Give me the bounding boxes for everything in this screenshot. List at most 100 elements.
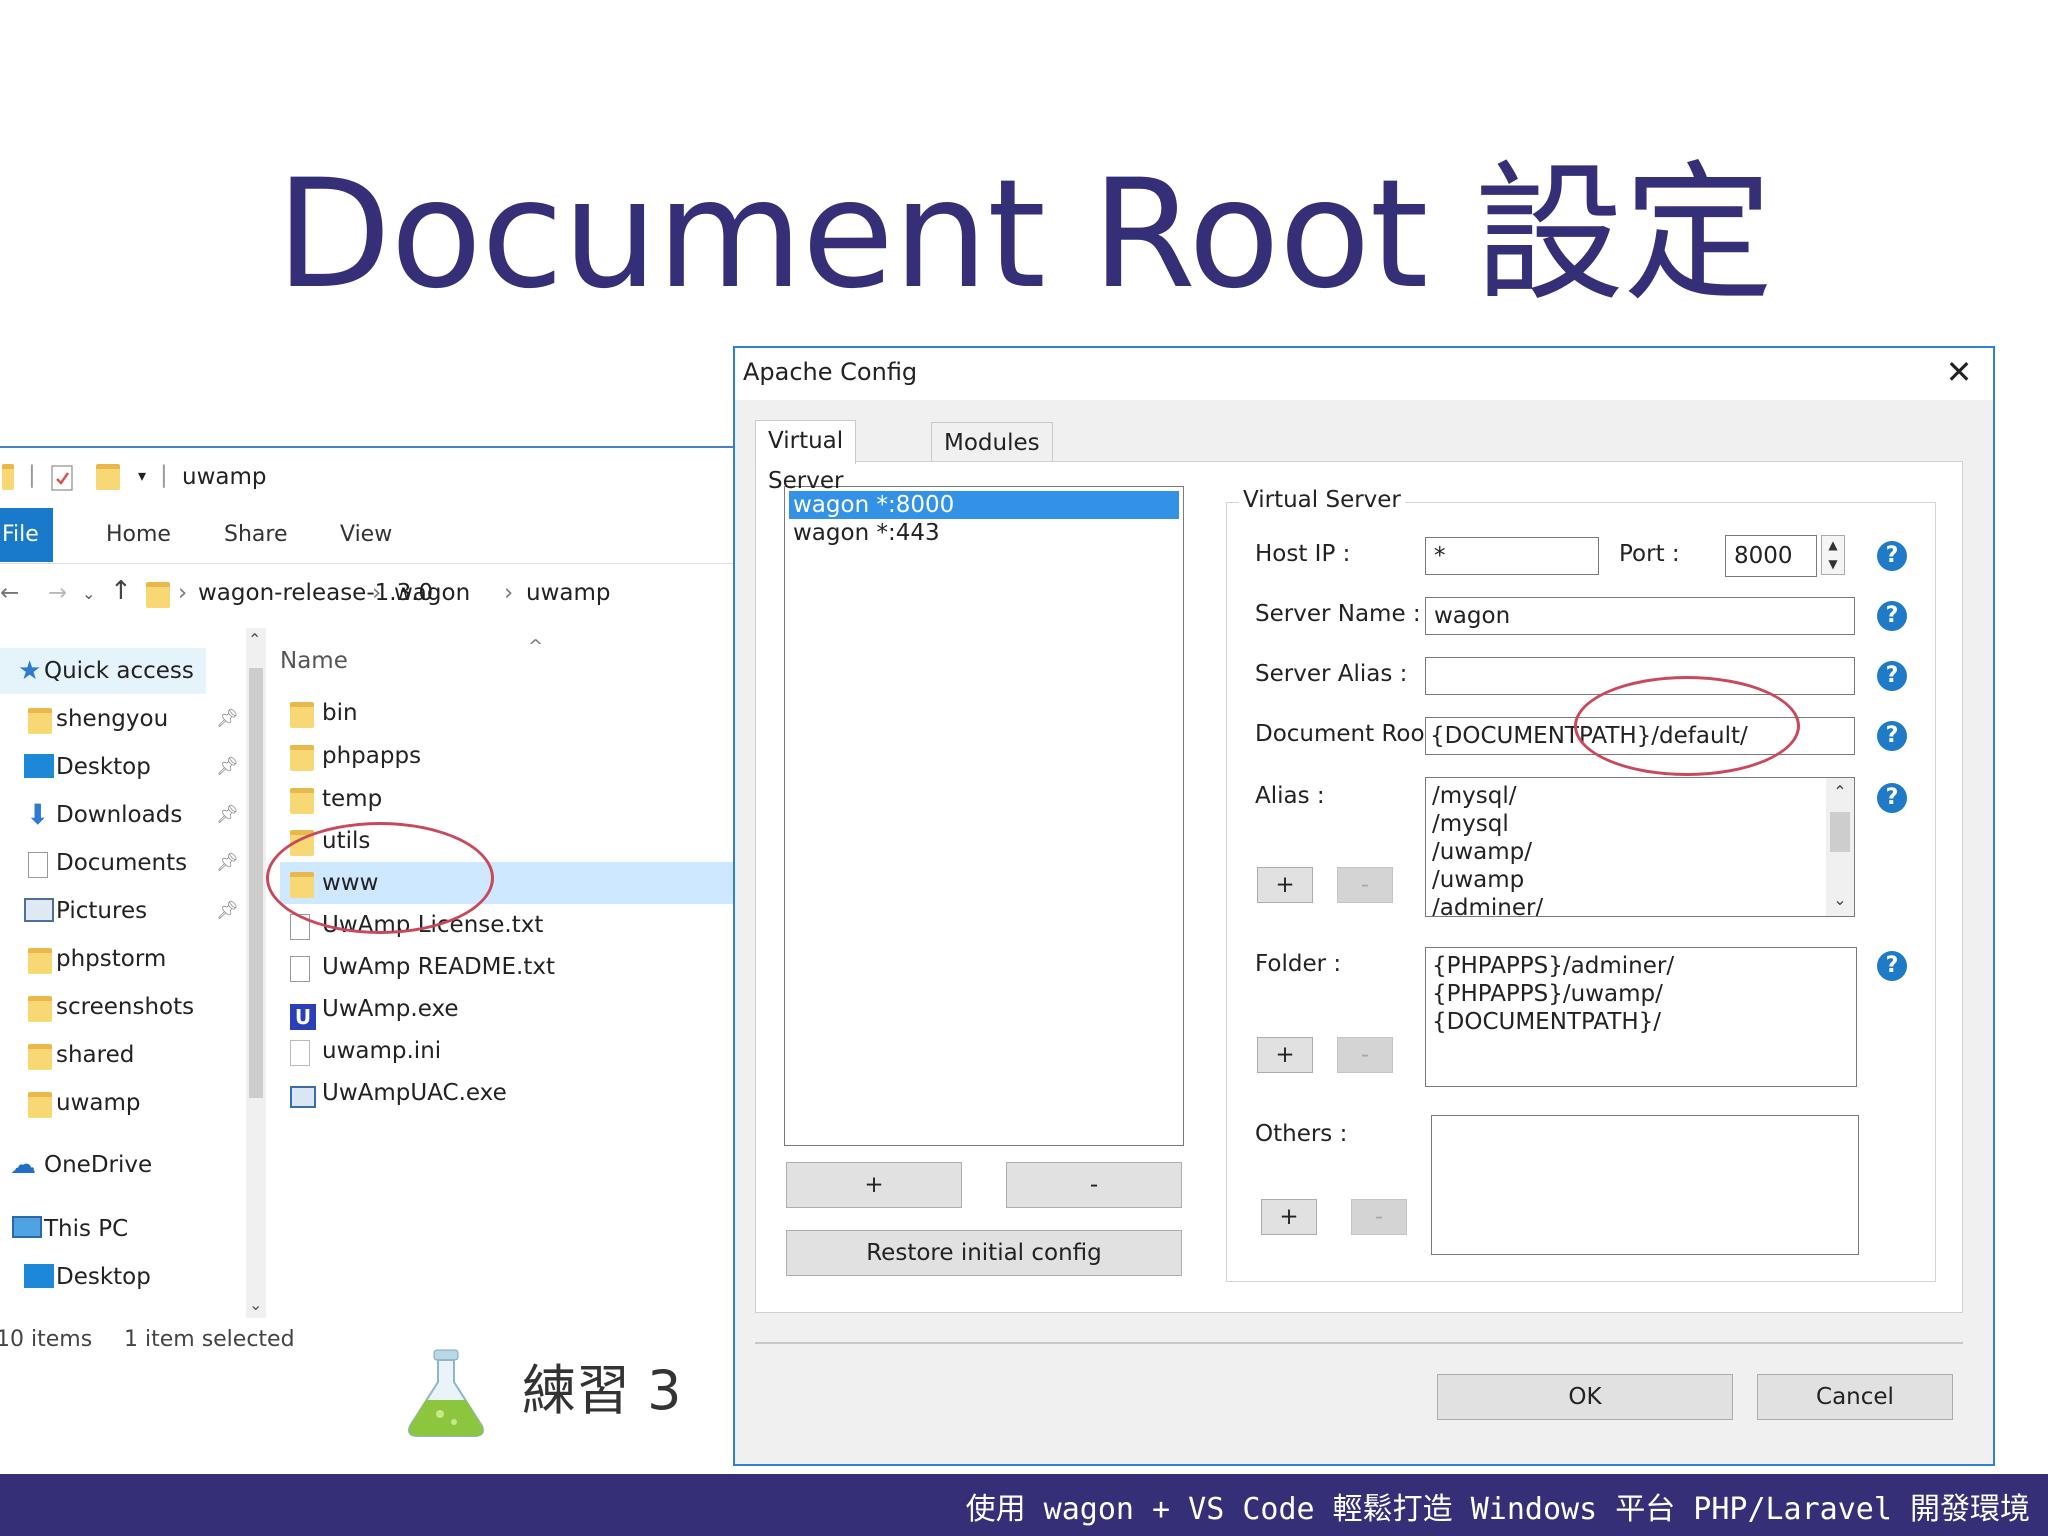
nav-item-this-pc[interactable]: This PC <box>0 1206 206 1252</box>
list-item[interactable]: phpapps <box>280 735 740 777</box>
nav-item-pictures[interactable]: Pictures 📌︎ <box>0 888 239 934</box>
nav-item-desktop-pc[interactable]: Desktop <box>0 1254 206 1300</box>
close-icon[interactable]: ✕ <box>1939 352 1979 392</box>
nav-item-documents[interactable]: Documents 📌︎ <box>0 840 239 886</box>
highlight-circle <box>1574 676 1800 776</box>
folder-icon <box>2 464 14 496</box>
forward-icon[interactable]: → <box>48 580 67 606</box>
tab-modules[interactable]: Modules <box>931 422 1053 462</box>
exercise-label: 練習 3 <box>522 1359 682 1422</box>
back-icon[interactable]: ← <box>0 580 19 606</box>
list-item[interactable]: {PHPAPPS}/adminer/ <box>1432 952 1850 980</box>
list-item[interactable]: /uwamp/ <box>1432 838 1848 866</box>
download-icon: ⬇ <box>26 798 50 831</box>
help-icon[interactable]: ? <box>1877 661 1907 691</box>
add-others-button[interactable]: + <box>1261 1199 1317 1235</box>
scroll-up-icon[interactable]: ⌃ <box>248 630 261 649</box>
list-item[interactable]: UwAmp README.txt <box>280 946 740 988</box>
pin-icon: 📌︎ <box>216 756 239 777</box>
slide-title: Document Root 設定 <box>275 148 1773 322</box>
remove-others-button[interactable]: - <box>1351 1199 1407 1235</box>
list-item[interactable]: /mysql/ <box>1432 782 1848 810</box>
nav-scrollbar[interactable]: ⌃ ⌄ <box>246 628 266 1318</box>
nav-item-downloads[interactable]: ⬇ Downloads 📌︎ <box>0 792 239 838</box>
folder-icon <box>146 582 170 614</box>
new-folder-icon[interactable] <box>96 464 120 496</box>
chevron-right-icon: › <box>504 580 514 606</box>
nav-item-screenshots[interactable]: screenshots <box>0 984 206 1030</box>
nav-item-shared[interactable]: shared <box>0 1032 206 1078</box>
list-item[interactable]: /uwamp <box>1432 866 1848 894</box>
stepper-up-icon[interactable]: ▲ <box>1822 536 1844 555</box>
scrollbar-thumb[interactable] <box>249 668 263 1098</box>
navigation-pane: ★ Quick access shengyou 📌︎ Desktop 📌︎ ⬇ … <box>0 628 246 1328</box>
folder-list[interactable]: {PHPAPPS}/adminer/ {PHPAPPS}/uwamp/ {DOC… <box>1425 947 1857 1087</box>
nav-item-shengyou[interactable]: shengyou 📌︎ <box>0 696 239 742</box>
remove-alias-button[interactable]: - <box>1337 867 1393 903</box>
help-icon[interactable]: ? <box>1877 601 1907 631</box>
help-icon[interactable]: ? <box>1877 951 1907 981</box>
help-icon[interactable]: ? <box>1877 541 1907 571</box>
scrollbar-thumb[interactable] <box>1830 812 1850 852</box>
uac-exe-icon <box>290 1080 316 1122</box>
status-bar: 10 items 1 item selected <box>0 1320 740 1360</box>
breadcrumb-wagon[interactable]: wagon <box>394 580 470 606</box>
alias-scrollbar[interactable]: ⌃ ⌄ <box>1826 778 1854 916</box>
pin-icon: 📌︎ <box>216 804 239 825</box>
port-stepper[interactable]: ▲ ▼ <box>1821 535 1845 575</box>
tab-virtual-server[interactable]: Virtual Server <box>755 420 857 494</box>
list-item[interactable]: uwamp.ini <box>280 1030 740 1072</box>
breadcrumb-uwamp[interactable]: uwamp <box>526 580 611 606</box>
tab-share[interactable]: Share <box>224 508 288 562</box>
restore-config-button[interactable]: Restore initial config <box>786 1230 1182 1276</box>
alias-list[interactable]: /mysql/ /mysql /uwamp/ /uwamp /adminer/ … <box>1425 777 1855 917</box>
nav-item-quick-access[interactable]: ★ Quick access <box>0 648 206 694</box>
add-alias-button[interactable]: + <box>1257 867 1313 903</box>
remove-server-button[interactable]: - <box>1006 1162 1182 1208</box>
recent-locations-icon[interactable]: ⌄ <box>82 584 95 603</box>
nav-item-phpstorm[interactable]: phpstorm <box>0 936 206 982</box>
nav-item-onedrive[interactable]: ☁ OneDrive <box>0 1142 206 1188</box>
ok-button[interactable]: OK <box>1437 1374 1733 1420</box>
list-item-selected[interactable]: wagon *:8000 <box>789 491 1179 519</box>
list-item[interactable]: UwAmpUAC.exe <box>280 1072 740 1114</box>
tab-view[interactable]: View <box>340 508 392 562</box>
scroll-up-icon[interactable]: ⌃ <box>1826 778 1854 806</box>
tab-file[interactable]: File <box>0 508 53 562</box>
pictures-icon <box>24 898 54 922</box>
up-icon[interactable]: ↑ <box>110 576 132 606</box>
list-item[interactable]: temp <box>280 778 740 820</box>
server-name-field[interactable]: wagon <box>1425 597 1855 635</box>
list-item[interactable]: /mysql <box>1432 810 1848 838</box>
customize-toolbar-icon[interactable]: ▾ <box>138 466 146 485</box>
list-item[interactable]: bin <box>280 692 740 734</box>
list-item[interactable]: {DOCUMENTPATH}/ <box>1432 1008 1850 1036</box>
list-item[interactable]: U UwAmp.exe <box>280 988 740 1030</box>
scroll-down-icon[interactable]: ⌄ <box>1826 886 1854 914</box>
column-header-name[interactable]: Name <box>280 648 348 674</box>
divider: | <box>28 462 36 488</box>
scroll-down-icon[interactable]: ⌄ <box>249 1295 262 1314</box>
help-icon[interactable]: ? <box>1877 721 1907 751</box>
host-ip-field[interactable]: * <box>1425 537 1599 575</box>
address-bar: ← → ⌄ ↑ › wagon-release-1.3.0 › wagon › … <box>0 564 740 626</box>
remove-folder-button[interactable]: - <box>1337 1037 1393 1073</box>
list-item[interactable]: {PHPAPPS}/uwamp/ <box>1432 980 1850 1008</box>
tab-home[interactable]: Home <box>106 508 171 562</box>
nav-item-uwamp[interactable]: uwamp <box>0 1080 206 1126</box>
help-icon[interactable]: ? <box>1877 783 1907 813</box>
star-icon: ★ <box>18 656 42 686</box>
add-folder-button[interactable]: + <box>1257 1037 1313 1073</box>
port-field[interactable]: 8000 <box>1725 535 1817 577</box>
add-server-button[interactable]: + <box>786 1162 962 1208</box>
cancel-button[interactable]: Cancel <box>1757 1374 1953 1420</box>
properties-icon[interactable] <box>50 464 76 498</box>
pin-icon: 📌︎ <box>216 900 239 921</box>
footer-bar: 使用 wagon + VS Code 輕鬆打造 Windows 平台 PHP/L… <box>0 1474 2048 1536</box>
virtual-server-list[interactable]: wagon *:8000 wagon *:443 <box>784 486 1184 1146</box>
others-list[interactable] <box>1431 1115 1859 1255</box>
list-item[interactable]: wagon *:443 <box>789 519 1179 547</box>
list-item[interactable]: /adminer/ <box>1432 894 1848 916</box>
nav-item-desktop[interactable]: Desktop 📌︎ <box>0 744 239 790</box>
stepper-down-icon[interactable]: ▼ <box>1822 555 1844 574</box>
